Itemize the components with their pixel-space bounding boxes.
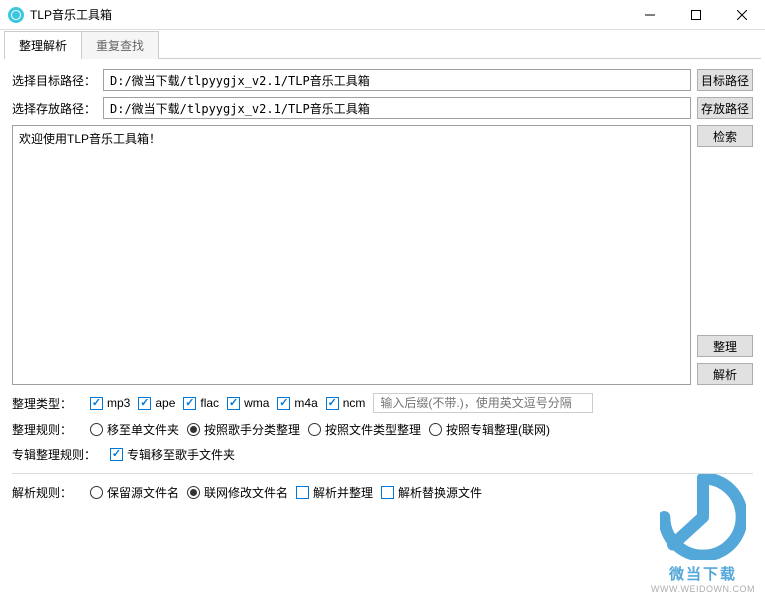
minimize-button[interactable]: [627, 0, 673, 30]
radio-icon: [308, 423, 321, 436]
checkbox-icon: [277, 397, 290, 410]
chk-wma[interactable]: wma: [227, 396, 269, 410]
chk-flac[interactable]: flac: [183, 396, 219, 410]
chk-m4a[interactable]: m4a: [277, 396, 317, 410]
window-title: TLP音乐工具箱: [30, 6, 627, 23]
tab-strip: 整理解析 重复查找: [0, 30, 765, 58]
chk-mp3[interactable]: mp3: [90, 396, 130, 410]
checkbox-icon: [326, 397, 339, 410]
rad-by-artist[interactable]: 按照歌手分类整理: [187, 421, 300, 438]
divider: [12, 473, 753, 474]
radio-icon: [90, 423, 103, 436]
radio-icon: [187, 486, 200, 499]
target-path-input[interactable]: [103, 69, 691, 91]
watermark-text: 微当下载: [643, 563, 763, 584]
type-label: 整理类型：: [12, 395, 82, 412]
checkbox-icon: [90, 397, 103, 410]
watermark-url: WWW.WEIDOWN.COM: [643, 584, 763, 594]
chk-ape[interactable]: ape: [138, 396, 175, 410]
organize-button[interactable]: 整理: [697, 335, 753, 357]
titlebar: TLP音乐工具箱: [0, 0, 765, 30]
checkbox-icon: [296, 486, 309, 499]
rad-by-type[interactable]: 按照文件类型整理: [308, 421, 421, 438]
rad-keep-name[interactable]: 保留源文件名: [90, 484, 179, 501]
target-path-button[interactable]: 目标路径: [697, 69, 753, 91]
org-rule-label: 整理规则：: [12, 421, 82, 438]
search-button[interactable]: 检索: [697, 125, 753, 147]
save-path-button[interactable]: 存放路径: [697, 97, 753, 119]
radio-icon: [187, 423, 200, 436]
chk-album-to-artist[interactable]: 专辑移至歌手文件夹: [110, 446, 235, 463]
parse-rule-label: 解析规则：: [12, 484, 82, 501]
maximize-button[interactable]: [673, 0, 719, 30]
window-controls: [627, 0, 765, 30]
chk-parse-organize[interactable]: 解析并整理: [296, 484, 373, 501]
target-path-label: 选择目标路径：: [12, 72, 97, 89]
checkbox-icon: [110, 448, 123, 461]
tab-organize-parse[interactable]: 整理解析: [4, 31, 82, 59]
app-icon: [8, 7, 24, 23]
save-path-label: 选择存放路径：: [12, 100, 97, 117]
checkbox-icon: [183, 397, 196, 410]
checkbox-icon: [381, 486, 394, 499]
rad-online-rename[interactable]: 联网修改文件名: [187, 484, 288, 501]
tab-duplicate-search[interactable]: 重复查找: [82, 31, 159, 59]
radio-icon: [429, 423, 442, 436]
album-rule-label: 专辑整理规则：: [12, 446, 102, 463]
log-welcome-text: 欢迎使用TLP音乐工具箱！: [19, 132, 161, 146]
chk-ncm[interactable]: ncm: [326, 396, 366, 410]
save-path-input[interactable]: [103, 97, 691, 119]
content-panel: 选择目标路径： 目标路径 选择存放路径： 存放路径 欢迎使用TLP音乐工具箱！ …: [0, 59, 765, 513]
checkbox-icon: [227, 397, 240, 410]
checkbox-icon: [138, 397, 151, 410]
radio-icon: [90, 486, 103, 499]
suffix-input[interactable]: [373, 393, 593, 413]
parse-button[interactable]: 解析: [697, 363, 753, 385]
chk-parse-replace[interactable]: 解析替换源文件: [381, 484, 482, 501]
rad-single-folder[interactable]: 移至单文件夹: [90, 421, 179, 438]
log-textarea[interactable]: 欢迎使用TLP音乐工具箱！: [12, 125, 691, 385]
close-button[interactable]: [719, 0, 765, 30]
rad-by-album[interactable]: 按照专辑整理(联网): [429, 421, 550, 438]
